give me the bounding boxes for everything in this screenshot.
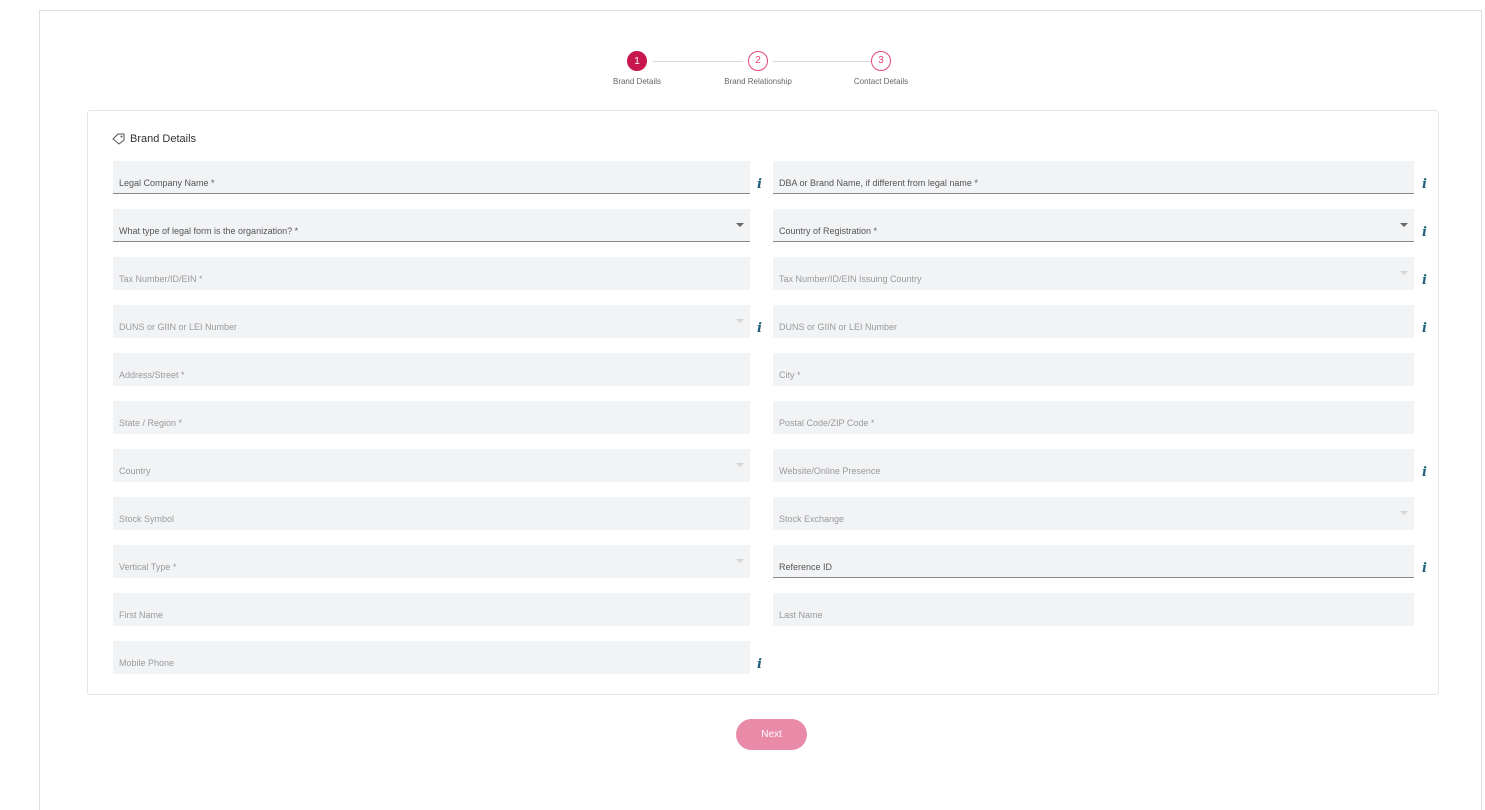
step-number-badge: 1 <box>627 51 647 71</box>
select-field[interactable]: Country of Registration * <box>773 209 1414 242</box>
text-field[interactable]: Reference ID <box>773 545 1414 578</box>
text-field[interactable]: Mobile Phone <box>113 641 750 674</box>
info-icon[interactable]: i <box>1422 466 1427 479</box>
info-icon[interactable]: i <box>1422 322 1427 335</box>
chevron-down-icon[interactable] <box>736 319 744 323</box>
field-placeholder: First Name <box>119 610 164 620</box>
select-field[interactable]: DUNS or GIIN or LEI Number <box>113 305 750 338</box>
step-label: Brand Details <box>612 77 662 86</box>
page-frame: 1 Brand Details 2 Brand Relationship 3 C… <box>39 10 1482 810</box>
field-placeholder: Country <box>119 466 151 476</box>
info-icon[interactable]: i <box>757 178 762 191</box>
field-placeholder: Mobile Phone <box>119 658 175 668</box>
field-placeholder: Postal Code/ZIP Code * <box>779 418 875 428</box>
field-placeholder: State / Region * <box>119 418 183 428</box>
select-field[interactable]: Stock Exchange <box>773 497 1414 530</box>
field-placeholder: What type of legal form is the organizat… <box>119 226 299 236</box>
info-icon[interactable]: i <box>1422 178 1427 191</box>
field-placeholder: DBA or Brand Name, if different from leg… <box>779 178 978 188</box>
chevron-down-icon[interactable] <box>1400 511 1408 515</box>
text-field[interactable]: Website/Online Presence <box>773 449 1414 482</box>
text-field[interactable]: Stock Symbol <box>113 497 750 530</box>
step-number-badge: 2 <box>748 51 768 71</box>
field-placeholder: DUNS or GIIN or LEI Number <box>119 322 238 332</box>
field-placeholder: Vertical Type * <box>119 562 177 572</box>
info-icon[interactable]: i <box>1422 274 1427 287</box>
field-placeholder: Tax Number/ID/EIN * <box>119 274 203 284</box>
step-number-badge: 3 <box>871 51 891 71</box>
text-field[interactable]: Postal Code/ZIP Code * <box>773 401 1414 434</box>
chevron-down-icon[interactable] <box>1400 223 1408 227</box>
text-field[interactable]: Tax Number/ID/EIN * <box>113 257 750 290</box>
chevron-down-icon[interactable] <box>736 559 744 563</box>
panel-title-text: Brand Details <box>130 133 197 145</box>
info-icon[interactable]: i <box>1422 562 1427 575</box>
text-field[interactable]: DBA or Brand Name, if different from leg… <box>773 161 1414 194</box>
step-contact-details[interactable]: 3 Contact Details <box>821 51 941 86</box>
info-icon[interactable]: i <box>757 658 762 671</box>
chevron-down-icon[interactable] <box>736 223 744 227</box>
field-placeholder: Legal Company Name * <box>119 178 215 188</box>
text-field[interactable]: City * <box>773 353 1414 386</box>
field-placeholder: Tax Number/ID/EIN Issuing Country <box>779 274 922 284</box>
select-field[interactable]: What type of legal form is the organizat… <box>113 209 750 242</box>
step-brand-details[interactable]: 1 Brand Details <box>577 51 697 86</box>
text-field[interactable]: Address/Street * <box>113 353 750 386</box>
text-field[interactable]: State / Region * <box>113 401 750 434</box>
field-placeholder: Address/Street * <box>119 370 185 380</box>
field-placeholder: Last Name <box>779 610 823 620</box>
field-placeholder: Stock Symbol <box>119 514 175 524</box>
panel-title: Brand Details <box>112 133 196 145</box>
select-field[interactable]: Vertical Type * <box>113 545 750 578</box>
step-label: Brand Relationship <box>724 77 792 86</box>
field-placeholder: Stock Exchange <box>779 514 845 524</box>
field-placeholder: Website/Online Presence <box>779 466 881 476</box>
step-brand-relationship[interactable]: 2 Brand Relationship <box>698 51 818 86</box>
select-field[interactable]: Tax Number/ID/EIN Issuing Country <box>773 257 1414 290</box>
text-field[interactable]: First Name <box>113 593 750 626</box>
text-field[interactable]: Legal Company Name * <box>113 161 750 194</box>
brand-details-panel: Brand Details Legal Company Name * i What … <box>87 110 1439 695</box>
field-placeholder: DUNS or GIIN or LEI Number <box>779 322 898 332</box>
chevron-down-icon[interactable] <box>1400 271 1408 275</box>
info-icon[interactable]: i <box>757 322 762 335</box>
step-label: Contact Details <box>853 77 909 86</box>
tag-icon <box>112 133 126 145</box>
text-field[interactable]: DUNS or GIIN or LEI Number <box>773 305 1414 338</box>
select-field[interactable]: Country <box>113 449 750 482</box>
field-placeholder: City * <box>779 370 801 380</box>
chevron-down-icon[interactable] <box>736 463 744 467</box>
stepper: 1 Brand Details 2 Brand Relationship 3 C… <box>40 11 1481 111</box>
text-field[interactable]: Last Name <box>773 593 1414 626</box>
field-placeholder: Country of Registration * <box>779 226 878 236</box>
field-placeholder: Reference ID <box>779 562 833 572</box>
next-button[interactable]: Next <box>736 719 807 750</box>
info-icon[interactable]: i <box>1422 226 1427 239</box>
